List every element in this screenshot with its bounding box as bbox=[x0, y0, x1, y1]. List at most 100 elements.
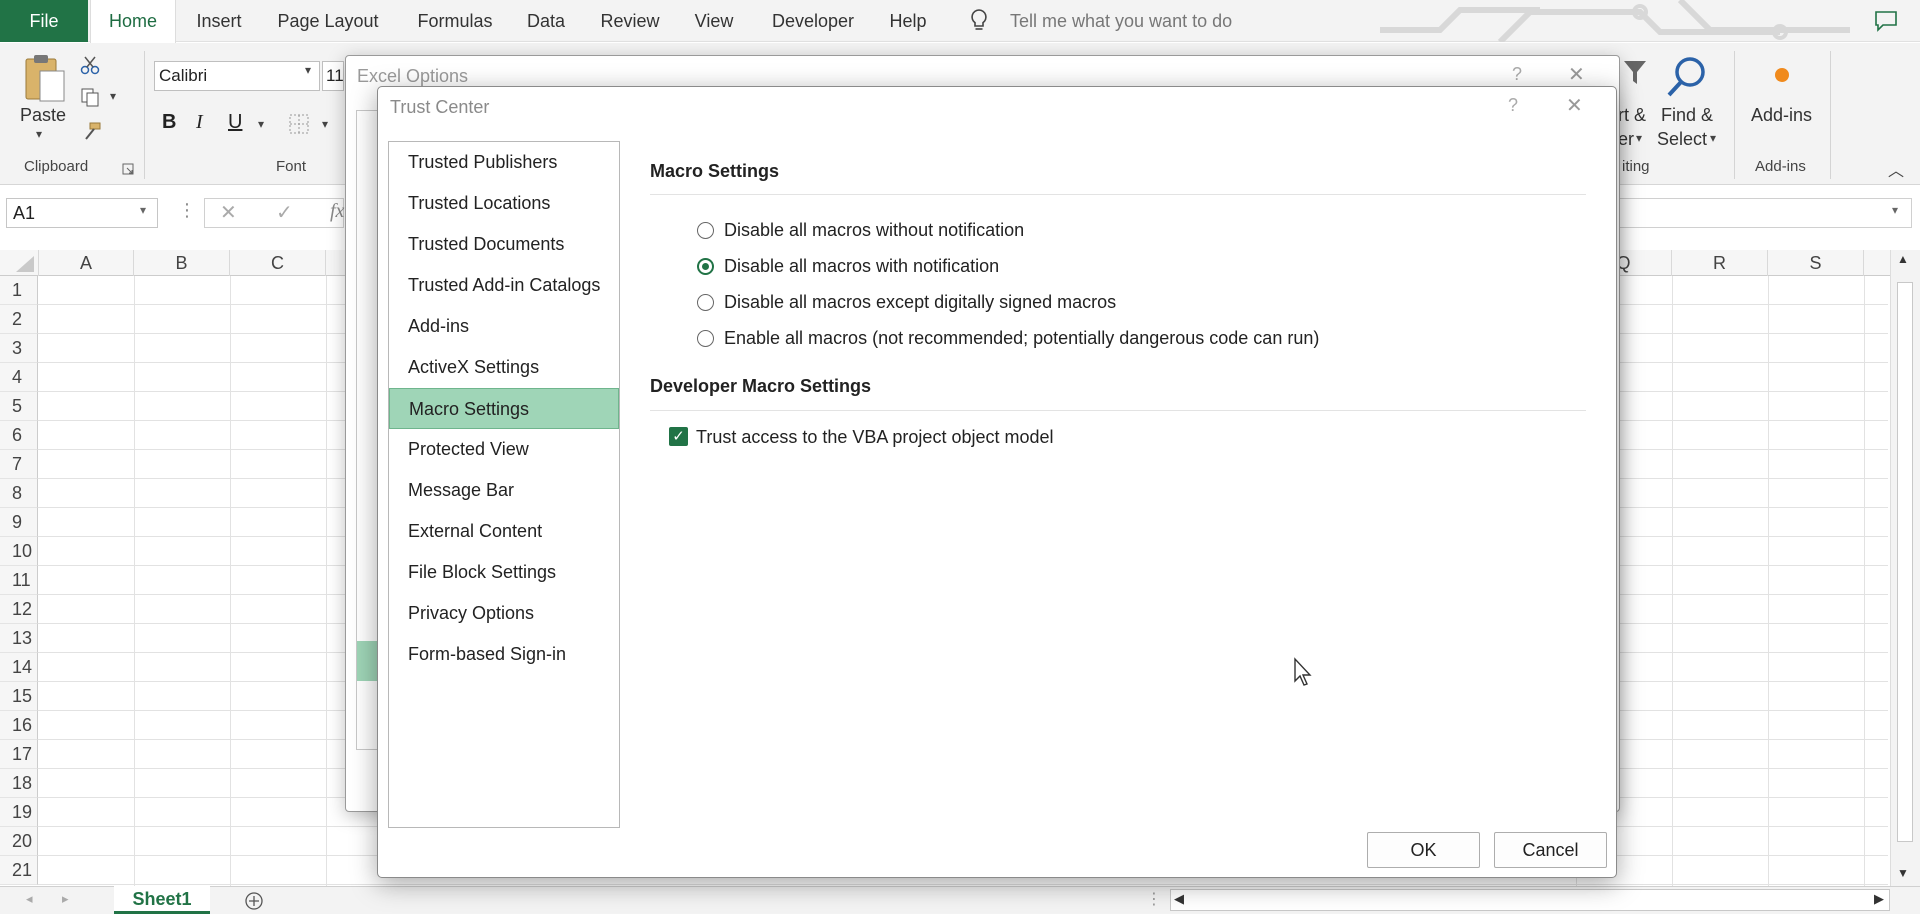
macro-option-radio[interactable] bbox=[697, 222, 714, 239]
nav-item-form-based-sign-in[interactable]: Form-based Sign-in bbox=[389, 634, 619, 675]
row-header[interactable]: 20 bbox=[0, 827, 38, 856]
paste-label[interactable]: Paste bbox=[20, 105, 66, 126]
select-all-corner-icon[interactable] bbox=[16, 256, 34, 272]
collapse-ribbon-chevron-icon[interactable]: ︿ bbox=[1888, 157, 1904, 181]
nav-item-add-ins[interactable]: Add-ins bbox=[389, 306, 619, 347]
find-select-label-top[interactable]: Find & bbox=[1661, 105, 1713, 126]
filter-funnel-icon[interactable] bbox=[1622, 59, 1648, 87]
close-icon[interactable]: ✕ bbox=[1566, 93, 1583, 118]
tab-split-handle-icon[interactable]: ⋮ bbox=[1146, 889, 1162, 909]
name-box[interactable]: A1 bbox=[6, 198, 158, 228]
trust-vba-label[interactable]: Trust access to the VBA project object m… bbox=[696, 427, 1054, 448]
row-header[interactable]: 8 bbox=[0, 479, 38, 508]
name-box-chevron-icon[interactable]: ▾ bbox=[140, 203, 146, 217]
scroll-right-arrow-icon[interactable]: ▶ bbox=[1874, 891, 1884, 907]
addins-button-label[interactable]: Add-ins bbox=[1751, 105, 1812, 126]
excel-options-close-icon[interactable]: ✕ bbox=[1568, 62, 1585, 87]
row-header[interactable]: 15 bbox=[0, 682, 38, 711]
row-header[interactable]: 5 bbox=[0, 392, 38, 421]
excel-options-help-icon[interactable]: ? bbox=[1512, 64, 1522, 85]
addins-icon[interactable] bbox=[1772, 65, 1792, 85]
tab-review[interactable]: Review bbox=[590, 0, 670, 42]
row-header[interactable]: 12 bbox=[0, 595, 38, 624]
row-header[interactable]: 13 bbox=[0, 624, 38, 653]
paste-dropdown-chevron-icon[interactable]: ▾ bbox=[36, 127, 42, 141]
nav-item-file-block-settings[interactable]: File Block Settings bbox=[389, 552, 619, 593]
font-name-chevron-icon[interactable]: ▾ bbox=[305, 63, 311, 77]
nav-item-privacy-options[interactable]: Privacy Options bbox=[389, 593, 619, 634]
underline-button[interactable]: U bbox=[228, 111, 242, 134]
tab-formulas[interactable]: Formulas bbox=[400, 0, 510, 42]
row-header[interactable]: 6 bbox=[0, 421, 38, 450]
tab-home[interactable]: Home bbox=[90, 0, 176, 43]
macro-option-label[interactable]: Disable all macros with notification bbox=[724, 256, 999, 277]
row-header[interactable]: 16 bbox=[0, 711, 38, 740]
nav-item-protected-view[interactable]: Protected View bbox=[389, 429, 619, 470]
sheet-tab-sheet1[interactable]: Sheet1 bbox=[114, 886, 210, 914]
nav-item-activex-settings[interactable]: ActiveX Settings bbox=[389, 347, 619, 388]
ok-button[interactable]: OK bbox=[1367, 832, 1480, 868]
scroll-up-arrow-icon[interactable]: ▲ bbox=[1897, 252, 1909, 266]
nav-item-message-bar[interactable]: Message Bar bbox=[389, 470, 619, 511]
row-header[interactable]: 1 bbox=[0, 276, 38, 305]
paste-icon[interactable] bbox=[22, 53, 66, 103]
find-magnifier-icon[interactable] bbox=[1664, 55, 1708, 99]
underline-chevron-icon[interactable]: ▾ bbox=[258, 117, 264, 131]
row-header[interactable]: 10 bbox=[0, 537, 38, 566]
copy-dropdown-chevron-icon[interactable]: ▾ bbox=[110, 89, 116, 103]
col-header-s[interactable]: S bbox=[1768, 250, 1864, 276]
macro-option-label[interactable]: Disable all macros except digitally sign… bbox=[724, 292, 1116, 313]
confirm-entry-icon[interactable]: ✓ bbox=[276, 200, 293, 225]
tab-page-layout[interactable]: Page Layout bbox=[268, 0, 388, 42]
row-header[interactable]: 4 bbox=[0, 363, 38, 392]
italic-button[interactable]: I bbox=[196, 111, 203, 134]
vertical-scrollbar[interactable]: ▲ ▼ bbox=[1890, 250, 1920, 886]
macro-option-label[interactable]: Disable all macros without notification bbox=[724, 220, 1024, 241]
row-header[interactable]: 19 bbox=[0, 798, 38, 827]
tab-help[interactable]: Help bbox=[880, 0, 936, 42]
help-icon[interactable]: ? bbox=[1508, 95, 1518, 116]
insert-function-icon[interactable]: fx bbox=[330, 200, 344, 223]
prev-sheet-icon[interactable]: ◂ bbox=[26, 891, 33, 907]
col-header-a[interactable]: A bbox=[38, 250, 134, 276]
font-name-box[interactable]: Calibri bbox=[154, 61, 320, 91]
format-painter-icon[interactable] bbox=[80, 121, 102, 141]
cut-icon[interactable] bbox=[80, 55, 100, 75]
formula-input[interactable] bbox=[1594, 198, 1912, 228]
horizontal-scrollbar[interactable] bbox=[1170, 889, 1890, 911]
vertical-scroll-thumb[interactable] bbox=[1897, 282, 1913, 842]
borders-chevron-icon[interactable]: ▾ bbox=[322, 117, 328, 131]
nav-item-trusted-add-in-catalogs[interactable]: Trusted Add-in Catalogs bbox=[389, 265, 619, 306]
borders-icon[interactable] bbox=[288, 113, 310, 135]
tab-view[interactable]: View bbox=[684, 0, 744, 42]
row-header[interactable]: 14 bbox=[0, 653, 38, 682]
add-sheet-icon[interactable] bbox=[244, 891, 264, 911]
sort-filter-chevron-icon[interactable]: ▾ bbox=[1636, 131, 1642, 145]
macro-option-radio[interactable] bbox=[697, 294, 714, 311]
row-header[interactable]: 3 bbox=[0, 334, 38, 363]
macro-option-label[interactable]: Enable all macros (not recommended; pote… bbox=[724, 328, 1319, 349]
col-header-r[interactable]: R bbox=[1672, 250, 1768, 276]
macro-option-radio[interactable] bbox=[697, 258, 714, 275]
find-select-label-bottom[interactable]: Select bbox=[1657, 129, 1707, 150]
expand-formula-chevron-icon[interactable]: ▾ bbox=[1892, 203, 1898, 217]
scroll-down-arrow-icon[interactable]: ▼ bbox=[1897, 866, 1909, 880]
cancel-entry-icon[interactable]: ✕ bbox=[220, 200, 237, 225]
macro-option-radio[interactable] bbox=[697, 330, 714, 347]
trust-vba-checkbox[interactable]: ✓ bbox=[669, 427, 688, 446]
tab-data[interactable]: Data bbox=[518, 0, 574, 42]
nav-item-trusted-publishers[interactable]: Trusted Publishers bbox=[389, 142, 619, 183]
row-header[interactable]: 2 bbox=[0, 305, 38, 334]
bold-button[interactable]: B bbox=[162, 111, 176, 134]
nav-item-trusted-documents[interactable]: Trusted Documents bbox=[389, 224, 619, 265]
comments-icon[interactable] bbox=[1874, 10, 1898, 32]
sort-filter-label-top[interactable]: rt & bbox=[1618, 105, 1646, 126]
row-header[interactable]: 9 bbox=[0, 508, 38, 537]
nav-item-macro-settings[interactable]: Macro Settings bbox=[389, 388, 619, 429]
font-size-box[interactable]: 11 bbox=[322, 61, 344, 91]
next-sheet-icon[interactable]: ▸ bbox=[62, 891, 69, 907]
tell-me-search[interactable]: Tell me what you want to do bbox=[1010, 0, 1270, 42]
formula-bar-more-icon[interactable]: ⋮ bbox=[178, 200, 196, 221]
sort-filter-label-bottom[interactable]: er bbox=[1618, 129, 1634, 150]
col-header-b[interactable]: B bbox=[134, 250, 230, 276]
